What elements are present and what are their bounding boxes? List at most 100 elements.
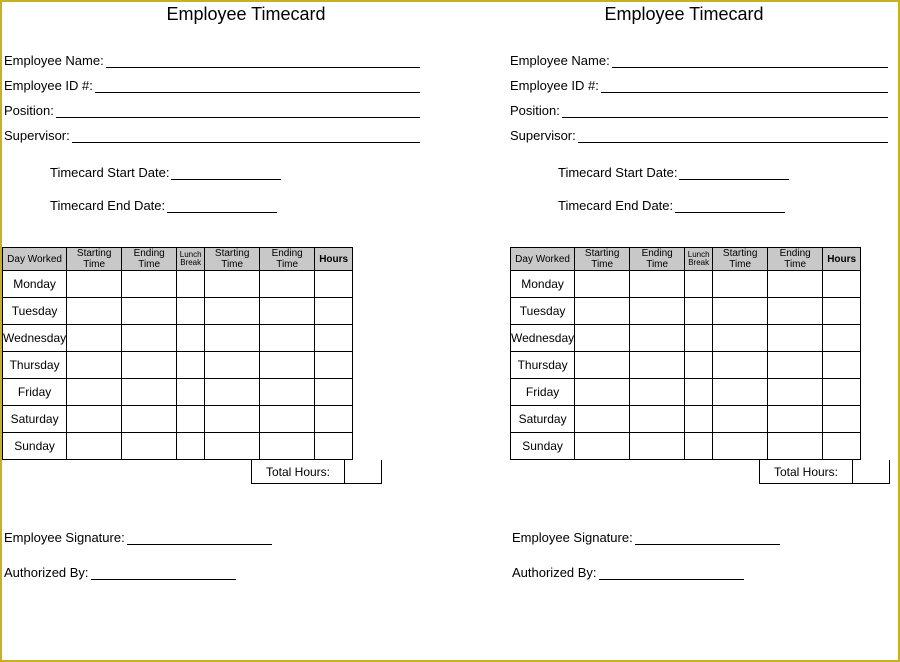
- cell[interactable]: [205, 352, 260, 379]
- input-employee-name[interactable]: [612, 54, 888, 68]
- cell[interactable]: [122, 352, 177, 379]
- cell[interactable]: [177, 352, 205, 379]
- cell[interactable]: [713, 325, 768, 352]
- cell[interactable]: [575, 298, 630, 325]
- cell[interactable]: [260, 298, 315, 325]
- cell[interactable]: [823, 325, 861, 352]
- cell[interactable]: [685, 271, 713, 298]
- cell[interactable]: [713, 352, 768, 379]
- cell[interactable]: [823, 352, 861, 379]
- cell[interactable]: [177, 298, 205, 325]
- cell[interactable]: [122, 325, 177, 352]
- cell[interactable]: [260, 406, 315, 433]
- cell[interactable]: [768, 379, 823, 406]
- cell[interactable]: [768, 325, 823, 352]
- cell[interactable]: [122, 298, 177, 325]
- cell[interactable]: [575, 271, 630, 298]
- input-position[interactable]: [562, 104, 888, 118]
- cell[interactable]: [177, 379, 205, 406]
- cell[interactable]: [315, 352, 353, 379]
- cell[interactable]: [315, 325, 353, 352]
- cell[interactable]: [122, 271, 177, 298]
- cell[interactable]: [67, 379, 122, 406]
- cell[interactable]: [630, 379, 685, 406]
- input-start-date[interactable]: [171, 166, 281, 180]
- input-employee-id[interactable]: [601, 79, 888, 93]
- cell[interactable]: [122, 433, 177, 460]
- cell[interactable]: [315, 433, 353, 460]
- cell[interactable]: [67, 406, 122, 433]
- cell[interactable]: [630, 325, 685, 352]
- cell[interactable]: [177, 433, 205, 460]
- input-supervisor[interactable]: [578, 129, 888, 143]
- cell[interactable]: [630, 298, 685, 325]
- cell[interactable]: [575, 379, 630, 406]
- cell[interactable]: [205, 406, 260, 433]
- cell[interactable]: [685, 352, 713, 379]
- cell[interactable]: [575, 325, 630, 352]
- cell[interactable]: [575, 406, 630, 433]
- input-authorized[interactable]: [599, 566, 744, 580]
- cell[interactable]: [315, 406, 353, 433]
- input-end-date[interactable]: [167, 199, 277, 213]
- cell[interactable]: [122, 379, 177, 406]
- input-supervisor[interactable]: [72, 129, 420, 143]
- cell[interactable]: [768, 433, 823, 460]
- input-start-date[interactable]: [679, 166, 789, 180]
- cell[interactable]: [260, 271, 315, 298]
- cell[interactable]: [685, 325, 713, 352]
- input-employee-name[interactable]: [106, 54, 420, 68]
- total-hours-value[interactable]: [852, 460, 890, 484]
- cell[interactable]: [260, 433, 315, 460]
- cell[interactable]: [713, 271, 768, 298]
- cell[interactable]: [67, 271, 122, 298]
- cell[interactable]: [315, 298, 353, 325]
- cell[interactable]: [315, 271, 353, 298]
- cell[interactable]: [315, 379, 353, 406]
- cell[interactable]: [177, 406, 205, 433]
- cell[interactable]: [122, 406, 177, 433]
- cell[interactable]: [205, 433, 260, 460]
- cell[interactable]: [685, 406, 713, 433]
- cell[interactable]: [630, 271, 685, 298]
- cell[interactable]: [823, 406, 861, 433]
- total-hours-value[interactable]: [344, 460, 382, 484]
- cell[interactable]: [205, 298, 260, 325]
- input-authorized[interactable]: [91, 566, 236, 580]
- cell[interactable]: [685, 298, 713, 325]
- cell[interactable]: [823, 271, 861, 298]
- cell[interactable]: [768, 271, 823, 298]
- cell[interactable]: [713, 433, 768, 460]
- cell[interactable]: [713, 406, 768, 433]
- cell[interactable]: [713, 298, 768, 325]
- cell[interactable]: [685, 433, 713, 460]
- cell[interactable]: [768, 406, 823, 433]
- cell[interactable]: [630, 433, 685, 460]
- input-end-date[interactable]: [675, 199, 785, 213]
- cell[interactable]: [260, 325, 315, 352]
- cell[interactable]: [260, 379, 315, 406]
- cell[interactable]: [768, 298, 823, 325]
- cell[interactable]: [177, 271, 205, 298]
- cell[interactable]: [630, 406, 685, 433]
- cell[interactable]: [823, 298, 861, 325]
- input-position[interactable]: [56, 104, 420, 118]
- cell[interactable]: [768, 352, 823, 379]
- cell[interactable]: [67, 298, 122, 325]
- cell[interactable]: [575, 352, 630, 379]
- input-signature[interactable]: [127, 531, 272, 545]
- cell[interactable]: [823, 433, 861, 460]
- cell[interactable]: [67, 325, 122, 352]
- cell[interactable]: [205, 325, 260, 352]
- cell[interactable]: [67, 352, 122, 379]
- cell[interactable]: [630, 352, 685, 379]
- input-employee-id[interactable]: [95, 79, 420, 93]
- cell[interactable]: [823, 379, 861, 406]
- cell[interactable]: [685, 379, 713, 406]
- input-signature[interactable]: [635, 531, 780, 545]
- cell[interactable]: [177, 325, 205, 352]
- cell[interactable]: [260, 352, 315, 379]
- cell[interactable]: [713, 379, 768, 406]
- cell[interactable]: [205, 271, 260, 298]
- cell[interactable]: [575, 433, 630, 460]
